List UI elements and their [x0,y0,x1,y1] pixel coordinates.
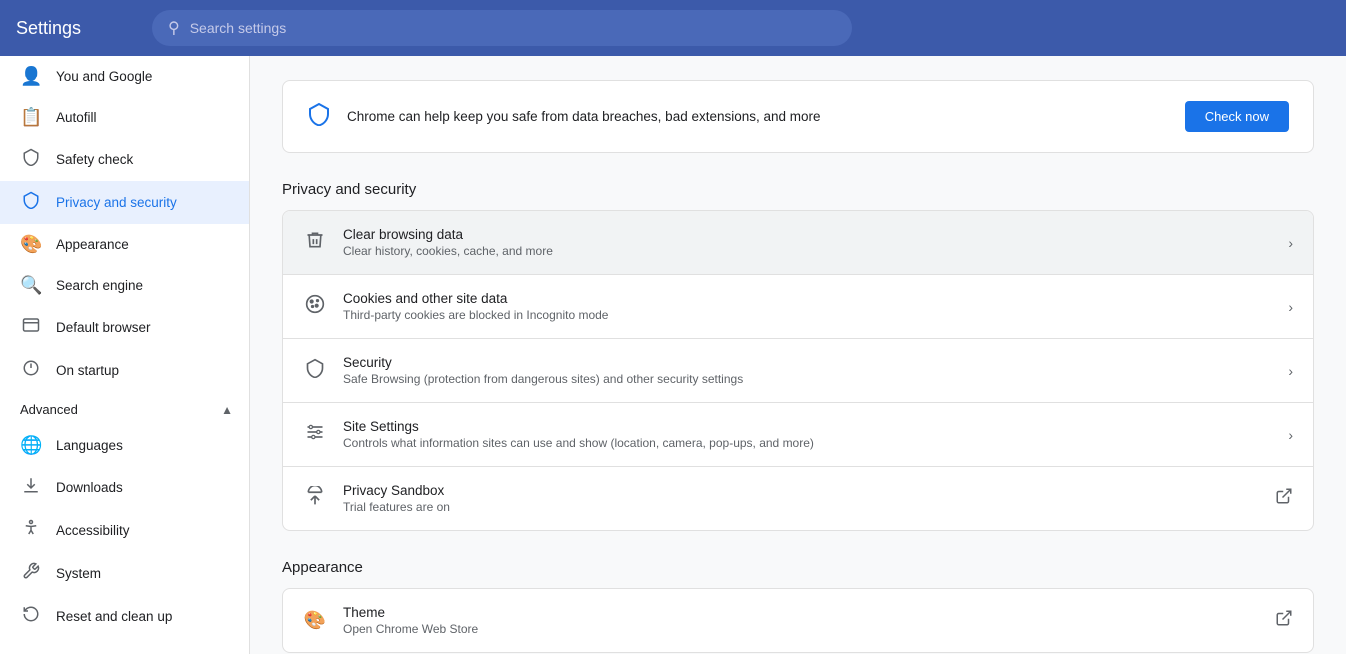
sidebar-label-you-and-google: You and Google [56,69,152,84]
site-settings-title: Site Settings [343,419,1272,434]
privacy-sandbox-subtitle: Trial features are on [343,500,1259,514]
privacy-sandbox-icon [303,486,327,511]
site-settings-text: Site Settings Controls what information … [343,419,1272,450]
sidebar-item-default-browser[interactable]: Default browser [0,306,249,349]
sidebar-label-autofill: Autofill [56,110,97,125]
advanced-section[interactable]: Advanced ▲ [0,392,249,425]
theme-row[interactable]: 🎨 Theme Open Chrome Web Store [283,589,1313,652]
trash-icon [303,230,327,255]
reset-icon [20,605,42,628]
sidebar-label-downloads: Downloads [56,480,123,495]
sidebar-label-languages: Languages [56,438,123,453]
person-icon: 👤 [20,66,42,87]
theme-text: Theme Open Chrome Web Store [343,605,1259,636]
sidebar-label-on-startup: On startup [56,363,119,378]
privacy-settings-card: Clear browsing data Clear history, cooki… [282,210,1314,531]
cookies-icon [303,294,327,319]
sidebar-label-appearance: Appearance [56,237,129,252]
site-settings-subtitle: Controls what information sites can use … [343,436,1272,450]
privacy-sandbox-title: Privacy Sandbox [343,483,1259,498]
search-bar[interactable]: ⚲ [152,10,852,46]
appearance-settings-card: 🎨 Theme Open Chrome Web Store [282,588,1314,653]
search-engine-icon: 🔍 [20,275,42,296]
security-title: Security [343,355,1272,370]
sidebar-item-on-startup[interactable]: On startup [0,349,249,392]
search-input[interactable] [190,20,836,36]
sidebar-item-system[interactable]: System [0,552,249,595]
safety-banner-text: Chrome can help keep you safe from data … [347,109,1169,124]
sidebar-label-reset: Reset and clean up [56,609,172,624]
clear-browsing-data-row[interactable]: Clear browsing data Clear history, cooki… [283,211,1313,275]
system-icon [20,562,42,585]
theme-title: Theme [343,605,1259,620]
advanced-label: Advanced [20,402,78,417]
app-title: Settings [16,18,136,39]
on-startup-icon [20,359,42,382]
safety-check-icon [20,148,42,171]
languages-icon: 🌐 [20,435,42,456]
clear-browsing-data-subtitle: Clear history, cookies, cache, and more [343,244,1272,258]
autofill-icon: 📋 [20,107,42,128]
search-icon: ⚲ [168,18,180,38]
accessibility-icon [20,519,42,542]
sidebar-item-downloads[interactable]: Downloads [0,466,249,509]
privacy-sandbox-row[interactable]: Privacy Sandbox Trial features are on [283,467,1313,530]
sidebar-item-you-and-google[interactable]: 👤 You and Google [0,56,249,97]
default-browser-icon [20,316,42,339]
theme-icon: 🎨 [303,610,327,631]
safety-banner-icon [307,102,331,132]
sidebar-label-default-browser: Default browser [56,320,151,335]
privacy-icon [20,191,42,214]
privacy-sandbox-text: Privacy Sandbox Trial features are on [343,483,1259,514]
site-settings-chevron-icon: › [1288,427,1293,443]
clear-browsing-chevron-icon: › [1288,235,1293,251]
sidebar-item-appearance[interactable]: 🎨 Appearance [0,224,249,265]
safety-banner: Chrome can help keep you safe from data … [282,80,1314,153]
main-content: Chrome can help keep you safe from data … [250,56,1346,654]
theme-external-icon [1275,609,1293,632]
cookies-row[interactable]: Cookies and other site data Third-party … [283,275,1313,339]
appearance-section-title: Appearance [282,559,1314,576]
sidebar-item-privacy-and-security[interactable]: Privacy and security [0,181,249,224]
cookies-subtitle: Third-party cookies are blocked in Incog… [343,308,1272,322]
site-settings-row[interactable]: Site Settings Controls what information … [283,403,1313,467]
sidebar-item-reset-and-clean[interactable]: Reset and clean up [0,595,249,638]
check-now-button[interactable]: Check now [1185,101,1289,132]
theme-subtitle: Open Chrome Web Store [343,622,1259,636]
sidebar-item-safety-check[interactable]: Safety check [0,138,249,181]
cookies-title: Cookies and other site data [343,291,1272,306]
clear-browsing-data-text: Clear browsing data Clear history, cooki… [343,227,1272,258]
privacy-sandbox-external-icon [1275,487,1293,510]
sidebar: 👤 You and Google 📋 Autofill Safety check… [0,56,250,654]
sidebar-item-accessibility[interactable]: Accessibility [0,509,249,552]
security-subtitle: Safe Browsing (protection from dangerous… [343,372,1272,386]
security-text: Security Safe Browsing (protection from … [343,355,1272,386]
site-settings-icon [303,422,327,447]
sidebar-label-accessibility: Accessibility [56,523,130,538]
topbar: Settings ⚲ [0,0,1346,56]
sidebar-label-system: System [56,566,101,581]
sidebar-label-privacy: Privacy and security [56,195,177,210]
appearance-icon: 🎨 [20,234,42,255]
sidebar-label-safety-check: Safety check [56,152,133,167]
cookies-chevron-icon: › [1288,299,1293,315]
layout: 👤 You and Google 📋 Autofill Safety check… [0,56,1346,654]
security-icon [303,358,327,383]
sidebar-item-search-engine[interactable]: 🔍 Search engine [0,265,249,306]
cookies-text: Cookies and other site data Third-party … [343,291,1272,322]
security-chevron-icon: › [1288,363,1293,379]
security-row[interactable]: Security Safe Browsing (protection from … [283,339,1313,403]
privacy-section-title: Privacy and security [282,181,1314,198]
sidebar-item-languages[interactable]: 🌐 Languages [0,425,249,466]
sidebar-label-search-engine: Search engine [56,278,143,293]
downloads-icon [20,476,42,499]
clear-browsing-data-title: Clear browsing data [343,227,1272,242]
advanced-chevron-icon: ▲ [221,403,233,417]
sidebar-item-autofill[interactable]: 📋 Autofill [0,97,249,138]
